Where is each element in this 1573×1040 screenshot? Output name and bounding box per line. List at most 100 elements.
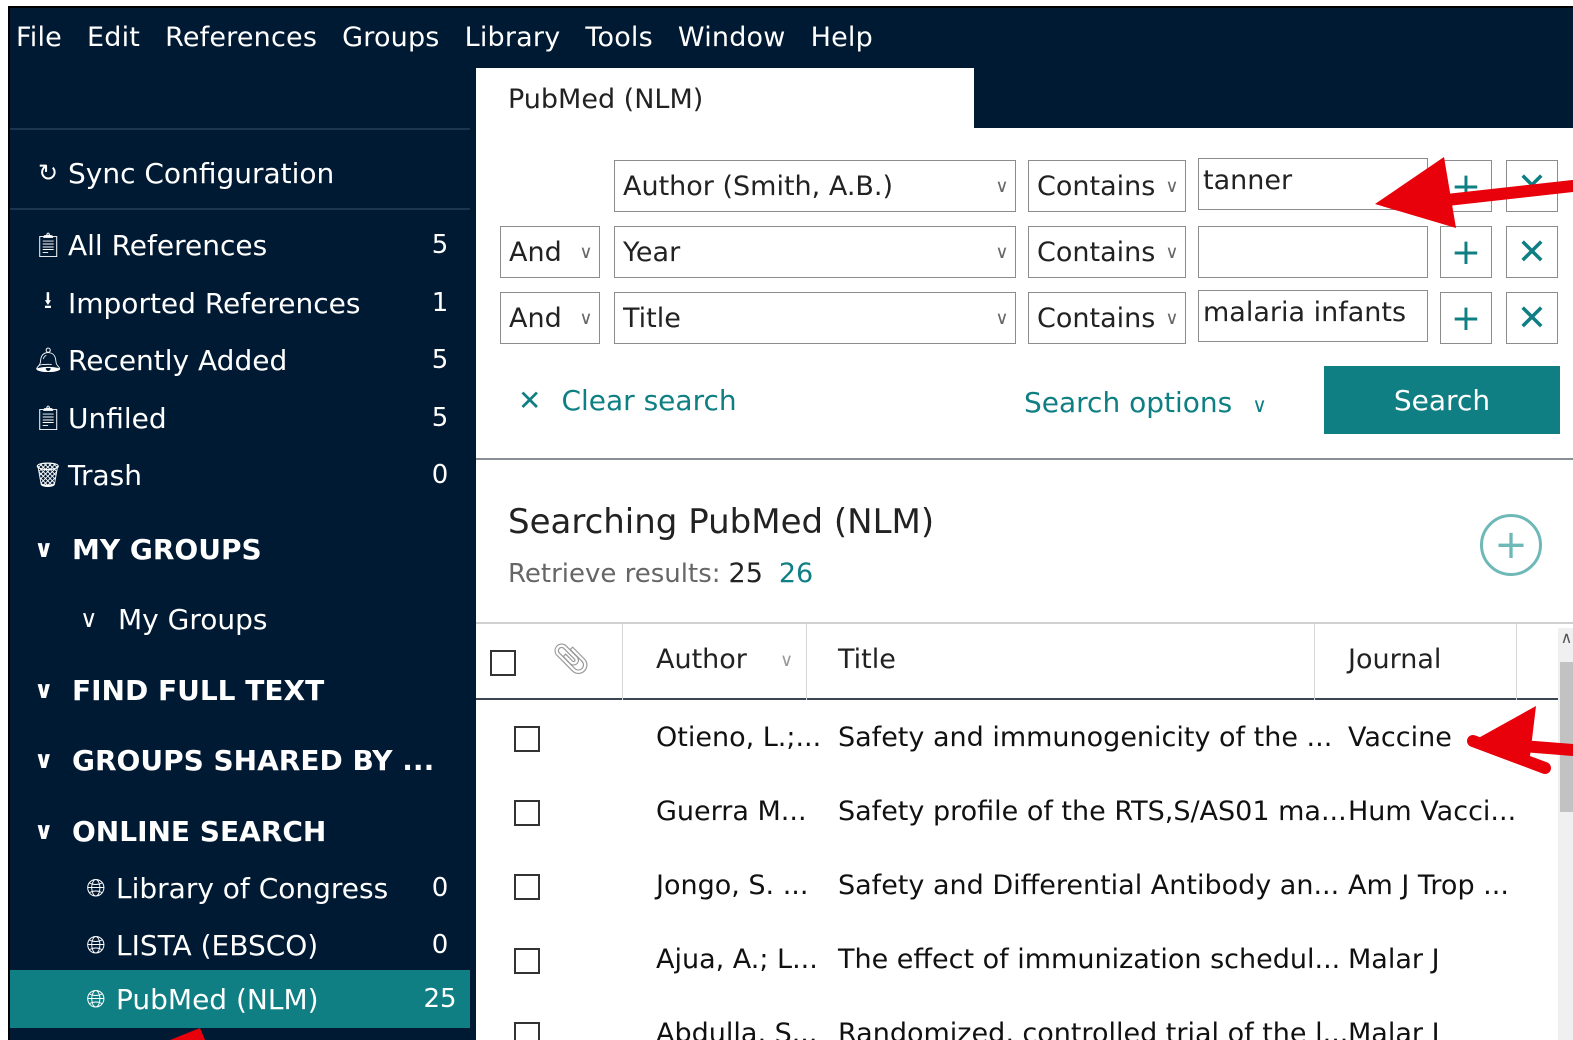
scrollbar-thumb[interactable] bbox=[1560, 662, 1573, 812]
section-online-search[interactable]: ∨ ONLINE SEARCH bbox=[10, 804, 470, 858]
sidebar-item-label: Recently Added bbox=[68, 343, 288, 377]
table-row[interactable]: Abdulla, S... Randomized, controlled tri… bbox=[476, 998, 1556, 1040]
sidebar-item-count: 0 bbox=[431, 873, 449, 903]
sidebar-item-label: Imported References bbox=[68, 286, 361, 320]
remove-row-button[interactable]: ✕ bbox=[1506, 292, 1558, 344]
sidebar-item-recently-added[interactable]: 🔔︎ Recently Added 5 bbox=[10, 333, 470, 387]
select-value: Contains bbox=[1037, 170, 1156, 202]
menu-groups[interactable]: Groups bbox=[342, 22, 439, 53]
globe-icon: 🌐︎ bbox=[86, 874, 106, 902]
sidebar-item-unfiled[interactable]: 📋︎ Unfiled 5 bbox=[10, 391, 470, 445]
sidebar-item-trash[interactable]: 🗑︎ Trash 0 bbox=[10, 448, 470, 502]
search-options-button[interactable]: Search options ∨ bbox=[1024, 386, 1267, 419]
subsection-my-groups[interactable]: ∨ My Groups bbox=[10, 592, 470, 646]
tab-pubmed[interactable]: PubMed (NLM) bbox=[476, 68, 974, 128]
sidebar-item-pubmed[interactable]: 🌐︎ PubMed (NLM) 25 bbox=[10, 970, 470, 1028]
add-results-button[interactable]: + bbox=[1480, 514, 1542, 576]
row-checkbox[interactable] bbox=[514, 948, 540, 974]
sidebar-item-all-references[interactable]: 📋︎ All References 5 bbox=[10, 218, 470, 272]
menu-window[interactable]: Window bbox=[678, 22, 786, 53]
retrieve-total-link[interactable]: 26 bbox=[779, 558, 813, 589]
close-icon: ✕ bbox=[1516, 165, 1548, 207]
cell-title: Safety and Differential Antibody an... bbox=[838, 870, 1340, 901]
remove-row-button[interactable]: ✕ bbox=[1506, 226, 1558, 278]
sidebar-item-lista-ebsco[interactable]: 🌐︎ LISTA (EBSCO) 0 bbox=[10, 918, 470, 972]
select-value: Year bbox=[623, 236, 681, 268]
column-header-journal[interactable]: Journal bbox=[1348, 644, 1441, 675]
table-row[interactable]: Ajua, A.; L... The effect of immunizatio… bbox=[476, 924, 1556, 998]
search-button[interactable]: Search bbox=[1324, 366, 1560, 434]
cell-journal: Hum Vacci... bbox=[1348, 796, 1517, 827]
chevron-down-icon: ∨ bbox=[1252, 393, 1267, 417]
paperclip-icon[interactable]: 📎︎ bbox=[552, 642, 590, 677]
chevron-down-icon: ∨ bbox=[995, 175, 1009, 197]
column-divider bbox=[806, 624, 807, 700]
menu-library[interactable]: Library bbox=[465, 22, 561, 53]
section-label: MY GROUPS bbox=[72, 532, 262, 566]
table-row[interactable]: Otieno, L.;... Safety and immunogenicity… bbox=[476, 702, 1556, 776]
search-value-input-1[interactable]: tanner bbox=[1198, 158, 1428, 210]
column-header-author[interactable]: Author bbox=[656, 644, 747, 675]
sidebar-item-label: All References bbox=[68, 228, 268, 262]
menu-edit[interactable]: Edit bbox=[87, 22, 140, 53]
search-operator-select-1[interactable]: Contains ∨ bbox=[1028, 160, 1186, 212]
row-checkbox[interactable] bbox=[514, 874, 540, 900]
close-icon: ✕ bbox=[1516, 297, 1548, 339]
results-scrollbar[interactable]: ∧ bbox=[1558, 628, 1573, 1040]
section-label: FIND FULL TEXT bbox=[72, 673, 325, 707]
chevron-up-icon[interactable]: ∧ bbox=[1558, 628, 1573, 654]
search-field-select-3[interactable]: Title ∨ bbox=[614, 292, 1016, 344]
search-value-input-2[interactable] bbox=[1198, 226, 1428, 278]
section-label: GROUPS SHARED BY ... bbox=[72, 743, 435, 777]
clear-search-button[interactable]: ✕ Clear search bbox=[518, 384, 737, 417]
search-operator-select-2[interactable]: Contains ∨ bbox=[1028, 226, 1186, 278]
menu-file[interactable]: File bbox=[16, 22, 62, 53]
section-find-full-text[interactable]: ∨ FIND FULL TEXT bbox=[10, 663, 470, 717]
search-field-select-2[interactable]: Year ∨ bbox=[614, 226, 1016, 278]
select-value: And bbox=[509, 302, 562, 334]
boolean-select-3[interactable]: And ∨ bbox=[500, 292, 600, 344]
chevron-down-icon[interactable]: ∨ bbox=[780, 650, 793, 671]
cell-title: The effect of immunization schedul... bbox=[838, 944, 1341, 975]
sidebar-item-label: LISTA (EBSCO) bbox=[116, 928, 319, 962]
add-row-button[interactable]: + bbox=[1440, 226, 1492, 278]
section-my-groups[interactable]: ∨ MY GROUPS bbox=[10, 522, 470, 576]
sidebar-item-count: 0 bbox=[431, 460, 449, 490]
search-panel: Author (Smith, A.B.) ∨ Contains ∨ tanner… bbox=[476, 128, 1573, 460]
menu-references[interactable]: References bbox=[165, 22, 317, 53]
main-panel: Author (Smith, A.B.) ∨ Contains ∨ tanner… bbox=[476, 128, 1573, 1040]
retrieve-results: Retrieve results: 25 26 bbox=[508, 558, 813, 589]
search-operator-select-3[interactable]: Contains ∨ bbox=[1028, 292, 1186, 344]
row-checkbox[interactable] bbox=[514, 800, 540, 826]
row-checkbox[interactable] bbox=[514, 1022, 540, 1040]
sidebar-item-count: 5 bbox=[431, 230, 449, 260]
add-row-button[interactable]: + bbox=[1440, 292, 1492, 344]
sidebar-item-label: Trash bbox=[68, 458, 142, 492]
sync-configuration[interactable]: ↻ Sync Configuration bbox=[10, 146, 470, 200]
select-value: Contains bbox=[1037, 302, 1156, 334]
section-groups-shared[interactable]: ∨ GROUPS SHARED BY ... bbox=[10, 733, 470, 787]
sidebar-item-imported-references[interactable]: ⭳ Imported References 1 bbox=[10, 276, 470, 330]
column-header-title[interactable]: Title bbox=[838, 644, 896, 675]
boolean-select-2[interactable]: And ∨ bbox=[500, 226, 600, 278]
plus-icon: + bbox=[1450, 297, 1482, 339]
row-checkbox[interactable] bbox=[514, 726, 540, 752]
table-row[interactable]: Guerra M... Safety profile of the RTS,S/… bbox=[476, 776, 1556, 850]
select-all-checkbox[interactable] bbox=[490, 650, 516, 676]
results-title: Searching PubMed (NLM) bbox=[508, 502, 935, 542]
results-table-header: 📎︎ Author ∨ Title Journal bbox=[476, 622, 1573, 700]
select-value: Contains bbox=[1037, 236, 1156, 268]
cell-title: Randomized, controlled trial of the l... bbox=[838, 1018, 1349, 1040]
chevron-down-icon: ∨ bbox=[579, 307, 593, 329]
menu-tools[interactable]: Tools bbox=[585, 22, 653, 53]
search-field-select-1[interactable]: Author (Smith, A.B.) ∨ bbox=[614, 160, 1016, 212]
globe-icon: 🌐︎ bbox=[86, 931, 106, 959]
sidebar-item-label: Library of Congress bbox=[116, 871, 389, 905]
remove-row-button[interactable]: ✕ bbox=[1506, 160, 1558, 212]
menu-help[interactable]: Help bbox=[811, 22, 873, 53]
table-row[interactable]: Jongo, S. ... Safety and Differential An… bbox=[476, 850, 1556, 924]
close-icon: ✕ bbox=[518, 384, 542, 417]
sidebar-item-library-of-congress[interactable]: 🌐︎ Library of Congress 0 bbox=[10, 861, 470, 915]
search-value-input-3[interactable]: malaria infants bbox=[1198, 290, 1428, 342]
add-row-button[interactable]: + bbox=[1440, 160, 1492, 212]
